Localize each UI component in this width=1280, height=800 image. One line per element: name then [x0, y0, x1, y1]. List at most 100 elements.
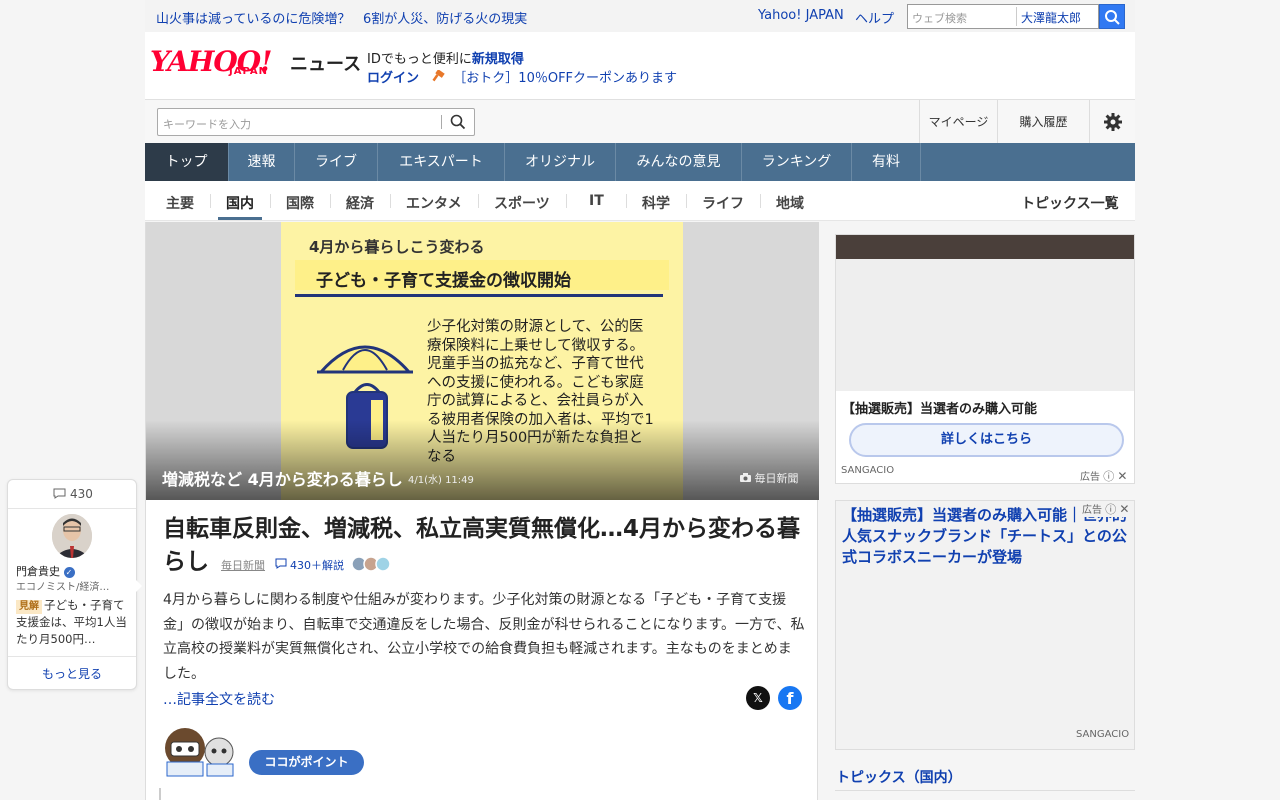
keyword-search-input[interactable]: キーワードを入力	[157, 108, 475, 136]
mascot-icon	[165, 728, 234, 777]
verified-icon: ✓	[63, 567, 75, 578]
news-label[interactable]: ニュース	[290, 50, 361, 76]
active-tab-indicator	[218, 217, 262, 220]
settings-button[interactable]	[1089, 100, 1135, 144]
id-promo: IDでもっと便利に新規取得	[367, 48, 524, 67]
headline-link-2[interactable]: 6割が人災、防げる火の現実	[363, 8, 527, 27]
divider	[760, 194, 761, 208]
expert-comment-card[interactable]: 430 門倉貴史 ✓ エコノミスト/経済… 見解 子ども・子育て支援金は、平均1人…	[7, 479, 142, 690]
divider	[270, 194, 271, 208]
id-text: IDでもっと便利に	[367, 52, 472, 67]
commenter-role: エコノミスト/経済…	[16, 582, 110, 593]
ad-banner-2[interactable]: 【抽選販売】当選者のみ購入可能｜世界的人気スナックブランド「チートス」との公式コ…	[835, 500, 1135, 750]
x-icon: 𝕏	[753, 691, 763, 705]
share-facebook-button[interactable]: f	[778, 686, 802, 710]
coupon-link[interactable]: ［おトク］10％OFFクーポンあります	[453, 71, 677, 86]
share-x-button[interactable]: 𝕏	[746, 686, 770, 710]
ad1-title[interactable]: 【抽選販売】当選者のみ購入可能	[842, 398, 1037, 417]
close-icon[interactable]: ✕	[1119, 502, 1129, 516]
yahoo-japan-link[interactable]: Yahoo! JAPAN	[758, 8, 844, 23]
see-more-link[interactable]: もっと見る	[8, 665, 136, 682]
camera-icon	[740, 473, 751, 482]
expert-avatars[interactable]	[350, 552, 397, 585]
nav-top[interactable]: トップ	[145, 143, 229, 181]
point-badge[interactable]: ココがポイント	[249, 750, 364, 775]
image-title: 子ども・子育て支援金の徴収開始	[316, 271, 571, 291]
divider	[478, 194, 479, 208]
nav-ranking[interactable]: ランキング	[742, 143, 852, 181]
subnav-entertainment[interactable]: エンタメ	[406, 193, 462, 213]
ad2-label[interactable]: 広告 ⓘ ✕	[1080, 501, 1130, 517]
info-icon[interactable]: ⓘ	[1105, 503, 1116, 516]
subnav-sports[interactable]: スポーツ	[494, 193, 550, 213]
yahoo-logo-sub: JAPAN	[229, 66, 268, 77]
hero-image[interactable]: 4月から暮らしこう変わる 子ども・子育て支援金の徴収開始 少子化対策の財源として…	[146, 222, 819, 500]
topics-heading[interactable]: トピックス（国内）	[836, 767, 962, 787]
subnav-life[interactable]: ライフ	[702, 193, 744, 213]
nav-paid[interactable]: 有料	[852, 143, 921, 181]
ad-image	[836, 235, 1134, 391]
mypage-link[interactable]: マイページ	[919, 100, 997, 144]
purchase-history-link[interactable]: 購入履歴	[997, 100, 1089, 144]
subnav-domestic[interactable]: 国内	[226, 193, 254, 213]
divider	[835, 790, 1135, 791]
article-source[interactable]: 毎日新聞	[221, 559, 265, 572]
avatar[interactable]	[52, 514, 92, 558]
subnav-economy[interactable]: 経済	[346, 193, 374, 213]
image-header: 4月から暮らしこう変わる	[309, 238, 485, 256]
user-name[interactable]: 大澤龍太郎	[1016, 7, 1098, 26]
ad-banner-1[interactable]: 【抽選販売】当選者のみ購入可能 詳しくはこちら SANGACIO 広告 ⓘ ✕	[835, 234, 1135, 484]
hero-source: 毎日新聞	[740, 470, 799, 486]
nav-breaking[interactable]: 速報	[229, 143, 295, 181]
comment-icon	[275, 558, 287, 569]
signup-link[interactable]: 新規取得	[472, 52, 524, 67]
subnav-it[interactable]: IT	[589, 193, 604, 209]
image-rule	[295, 294, 663, 297]
divider	[686, 194, 687, 208]
subnav-science[interactable]: 科学	[642, 193, 670, 213]
subnav-world[interactable]: 国際	[286, 193, 314, 213]
help-link[interactable]: ヘルプ	[855, 8, 894, 27]
hero-date: 4/1(水) 11:49	[408, 475, 474, 486]
keyword-placeholder: キーワードを入力	[163, 118, 251, 131]
web-search-field[interactable]: ウェブ検索 大澤龍太郎	[907, 4, 1099, 29]
info-icon[interactable]: ⓘ	[1103, 470, 1114, 483]
search-icon[interactable]	[450, 114, 466, 130]
web-search-placeholder: ウェブ検索	[912, 12, 967, 25]
divider	[210, 194, 211, 208]
subnav-region[interactable]: 地域	[776, 193, 804, 213]
nav-original[interactable]: オリジナル	[505, 143, 616, 181]
ad1-details-button[interactable]: 詳しくはこちら	[849, 423, 1124, 457]
divider	[566, 194, 567, 208]
ad1-label[interactable]: 広告 ⓘ ✕	[1080, 468, 1127, 484]
article-main: 4月から暮らしこう変わる 子ども・子育て支援金の徴収開始 少子化対策の財源として…	[145, 222, 819, 800]
nav-live[interactable]: ライブ	[295, 143, 378, 181]
ad-image-strip	[836, 235, 1134, 259]
comments-link[interactable]: 430＋解説	[275, 558, 348, 572]
main-nav: トップ 速報 ライブ エキスパート オリジナル みんなの意見 ランキング 有料	[145, 143, 1135, 181]
divider	[8, 656, 136, 657]
opinion-tag: 見解	[16, 600, 42, 614]
ad-label-text: 広告	[1082, 505, 1102, 516]
nav-opinion[interactable]: みんなの意見	[616, 143, 742, 181]
login-link[interactable]: ログイン	[367, 71, 419, 86]
divider	[159, 788, 161, 800]
comments-count: 430＋解説	[290, 559, 345, 572]
all-topics-link[interactable]: トピックス一覧	[1021, 193, 1119, 213]
search-icon	[1105, 10, 1120, 25]
divider	[8, 508, 136, 509]
read-more-link[interactable]: …記事全文を読む	[163, 689, 275, 709]
divider	[626, 194, 627, 208]
comment-count-value: 430	[69, 487, 93, 501]
commenter-name[interactable]: 門倉貴史 ✓	[16, 563, 75, 579]
subnav-main[interactable]: 主要	[166, 193, 194, 213]
search-row: キーワードを入力 マイページ 購入履歴	[145, 99, 1135, 144]
article-title-block: 自転車反則金、増減税、私立高実質無償化…4月から変わる暮らし 毎日新聞 430＋…	[163, 513, 803, 585]
person-icon	[52, 514, 92, 558]
article-meta: 毎日新聞 430＋解説	[217, 556, 397, 572]
hammer-icon	[432, 70, 445, 82]
nav-expert[interactable]: エキスパート	[378, 143, 505, 181]
headline-link-1[interactable]: 山火事は減っているのに危険増？	[156, 8, 350, 27]
close-icon[interactable]: ✕	[1117, 469, 1127, 483]
web-search-button[interactable]	[1099, 4, 1125, 29]
